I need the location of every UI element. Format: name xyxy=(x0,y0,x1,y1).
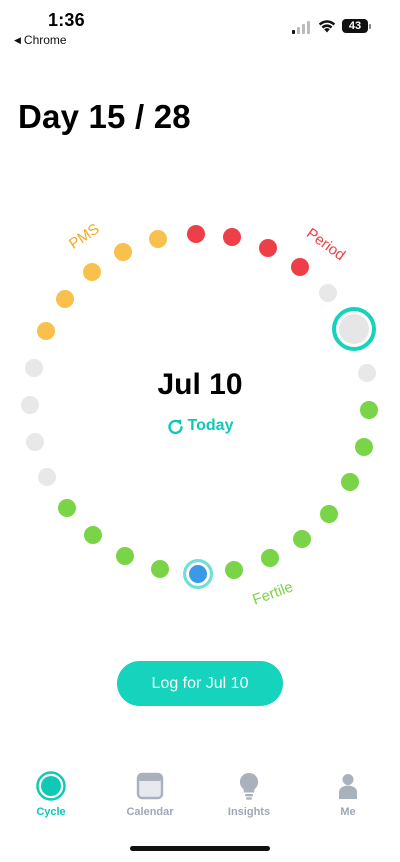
cycle-day-dot-fertile[interactable] xyxy=(360,401,378,419)
status-time: 1:36 xyxy=(48,10,85,30)
cycle-day-dot-neutral[interactable] xyxy=(26,433,44,451)
cycle-day-dot-fertile[interactable] xyxy=(225,561,243,579)
refresh-icon xyxy=(167,419,183,434)
cycle-day-dot-fertile[interactable] xyxy=(151,560,169,578)
cycle-day-dot-fertile[interactable] xyxy=(293,530,311,548)
battery-indicator: 43 xyxy=(342,19,368,33)
back-app-label: Chrome xyxy=(23,33,67,47)
tab-cycle[interactable]: Cycle xyxy=(1,770,101,818)
cycle-day-dot-period[interactable] xyxy=(187,225,205,243)
selected-date: Jul 10 xyxy=(157,368,243,401)
lightbulb-icon xyxy=(239,772,259,800)
cycle-day-dot-neutral[interactable] xyxy=(319,284,337,302)
person-icon xyxy=(339,774,357,799)
log-day-button[interactable]: Log for Jul 10 xyxy=(117,661,283,706)
cycle-day-dot-pms[interactable] xyxy=(83,263,101,281)
home-indicator xyxy=(130,846,270,851)
page-title: Day 15 / 28 xyxy=(18,98,191,135)
cycle-day-dot-neutral[interactable] xyxy=(21,396,39,414)
tab-insights[interactable]: Insights xyxy=(199,770,299,818)
cycle-day-dot-pms[interactable] xyxy=(56,290,74,308)
cycle-day-dot-neutral[interactable] xyxy=(38,468,56,486)
tab-cycle-label: Cycle xyxy=(36,806,66,818)
back-to-app-link[interactable]: ◀ Chrome xyxy=(14,33,67,47)
cycle-day-dot-pms[interactable] xyxy=(37,322,55,340)
tab-me-label: Me xyxy=(340,806,356,818)
back-arrow-icon: ◀ xyxy=(14,34,21,45)
cellular-signal-icon xyxy=(292,21,312,34)
tab-me[interactable]: Me xyxy=(298,770,398,818)
period-phase-label: Period xyxy=(303,224,349,265)
wifi-icon xyxy=(318,20,336,33)
tab-calendar[interactable]: Calendar xyxy=(100,770,200,818)
fertile-phase-label: Fertile xyxy=(250,578,296,609)
cycle-day-dot-period[interactable] xyxy=(291,258,309,276)
cycle-day-dot-period[interactable] xyxy=(259,239,277,257)
cycle-day-dot-fertile[interactable] xyxy=(320,505,338,523)
today-button[interactable]: Today xyxy=(150,417,250,435)
cycle-day-dot-fertile[interactable] xyxy=(341,473,359,491)
status-bar: 1:36 ◀ Chrome 43 xyxy=(0,0,400,56)
cycle-day-dot-fertile[interactable] xyxy=(261,549,279,567)
cycle-day-dot-period[interactable] xyxy=(223,228,241,246)
cycle-day-dot-current[interactable] xyxy=(183,559,213,589)
tab-bar: Cycle Calendar Insights Me xyxy=(0,770,400,830)
cycle-day-dot-pms[interactable] xyxy=(114,243,132,261)
battery-tip xyxy=(369,24,371,29)
cycle-day-dot-fertile[interactable] xyxy=(84,526,102,544)
cycle-day-dot-pms[interactable] xyxy=(149,230,167,248)
pms-phase-label: PMS xyxy=(66,220,103,253)
cycle-day-dot-fertile[interactable] xyxy=(355,438,373,456)
cycle-day-dot-fertile[interactable] xyxy=(116,547,134,565)
cycle-icon xyxy=(36,771,66,801)
cycle-day-dot-fertile[interactable] xyxy=(58,499,76,517)
tab-calendar-label: Calendar xyxy=(126,806,174,818)
calendar-icon xyxy=(136,772,164,800)
cycle-day-dot-neutral[interactable] xyxy=(358,364,376,382)
tab-insights-label: Insights xyxy=(227,806,271,818)
cycle-day-dot-selected[interactable] xyxy=(332,307,376,351)
today-label: Today xyxy=(187,417,234,434)
cycle-day-dot-neutral[interactable] xyxy=(25,359,43,377)
